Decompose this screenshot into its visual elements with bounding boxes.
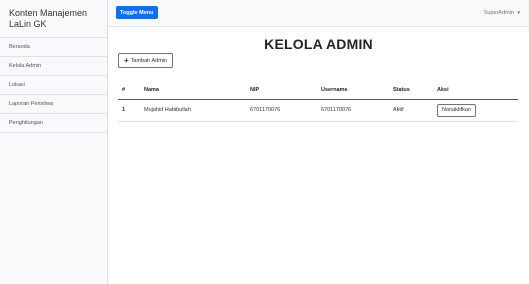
table-row: 1 Mujahid Habibullah 6701170076 67011700… xyxy=(118,99,518,122)
cell-number: 1 xyxy=(118,99,140,122)
plus-icon: + xyxy=(124,55,129,65)
cell-aksi: Nonaktifkan xyxy=(433,99,518,122)
column-header-number: # xyxy=(118,82,140,100)
user-menu[interactable]: SuperAdmin ▼ xyxy=(484,10,521,16)
nonaktifkan-button[interactable]: Nonaktifkan xyxy=(437,103,477,117)
sidebar-item-kelola-admin[interactable]: Kelola Admin xyxy=(0,57,107,76)
table-header-row: # Nama NIP Username Status Aksi xyxy=(118,82,518,100)
column-header-username: Username xyxy=(317,82,389,100)
sidebar-item-lokasi[interactable]: Lokasi xyxy=(0,76,107,95)
sidebar-item-beranda[interactable]: Beranda xyxy=(0,38,107,57)
top-navbar: Toggle Menu SuperAdmin ▼ xyxy=(108,0,529,27)
sidebar: Konten Manajemen LaLin GK Beranda Kelola… xyxy=(0,0,108,284)
caret-down-icon: ▼ xyxy=(516,10,521,15)
user-menu-label: SuperAdmin xyxy=(483,10,514,16)
sidebar-item-penghitungan[interactable]: Penghitungan xyxy=(0,114,107,133)
toggle-menu-button[interactable]: Toggle Menu xyxy=(116,6,158,19)
cell-nama: Mujahid Habibullah xyxy=(140,99,246,122)
column-header-aksi: Aksi xyxy=(433,82,518,100)
cell-status: Aktif xyxy=(389,99,433,122)
add-admin-button[interactable]: + Tambah Admin xyxy=(118,53,174,68)
add-admin-label: Tambah Admin xyxy=(130,57,168,64)
column-header-status: Status xyxy=(389,82,433,100)
sidebar-item-laporan-peristiwa[interactable]: Laporan Peristiwa xyxy=(0,95,107,114)
sidebar-title: Konten Manajemen LaLin GK xyxy=(0,0,107,38)
admin-table: # Nama NIP Username Status Aksi 1 Mujahi… xyxy=(118,82,518,122)
cell-username: 6701170076 xyxy=(317,99,389,122)
main-content: KELOLA ADMIN + Tambah Admin # Nama NIP U… xyxy=(108,27,529,284)
column-header-nip: NIP xyxy=(246,82,317,100)
cell-nip: 6701170076 xyxy=(246,99,317,122)
column-header-nama: Nama xyxy=(140,82,246,100)
page-title: KELOLA ADMIN xyxy=(264,36,373,52)
